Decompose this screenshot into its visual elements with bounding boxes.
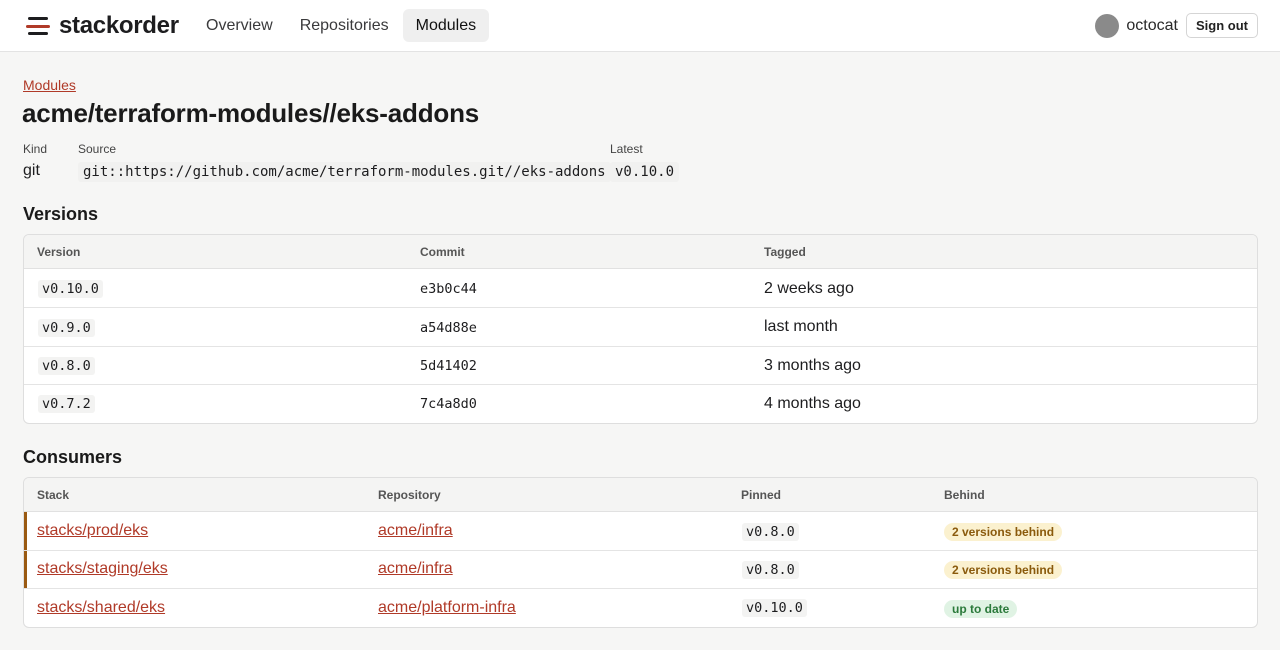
commit-sha: 5d41402 — [420, 358, 477, 374]
col-tagged: Tagged — [764, 245, 806, 259]
pinned-version: v0.8.0 — [742, 523, 799, 541]
col-stack: Stack — [37, 488, 70, 502]
pinned-version: v0.10.0 — [742, 599, 807, 617]
top-header: stackorder Overview Repositories Modules… — [0, 0, 1280, 52]
col-pinned: Pinned — [741, 488, 782, 502]
nav-modules[interactable]: Modules — [402, 9, 490, 42]
status-badge: 2 versions behind — [944, 523, 1063, 541]
outdated-indicator — [24, 512, 27, 550]
latest-label: Latest — [610, 142, 643, 156]
consumers-title: Consumers — [23, 447, 123, 467]
version-tag: v0.9.0 — [38, 319, 95, 337]
commit-sha: e3b0c44 — [420, 281, 477, 297]
table-row: stacks/shared/eks acme/platform-infra v0… — [24, 589, 1257, 627]
user-menu: octocat Sign out — [1095, 13, 1258, 38]
breadcrumb[interactable]: Modules — [23, 77, 76, 93]
meta-latest: Latest v0.10.0 — [610, 142, 680, 182]
main-nav: Overview Repositories Modules — [193, 9, 490, 42]
repository-link[interactable]: acme/infra — [378, 560, 453, 578]
tagged-time: last month — [764, 318, 838, 335]
col-commit: Commit — [420, 245, 465, 259]
versions-table: Version Commit Tagged v0.10.0 e3b0c44 2 … — [23, 234, 1258, 424]
username: octocat — [1126, 16, 1178, 34]
table-row: v0.8.0 5d41402 3 months ago — [24, 347, 1257, 385]
versions-title: Versions — [23, 204, 99, 224]
stack-link[interactable]: stacks/shared/eks — [37, 599, 165, 617]
kind-label: Kind — [23, 142, 48, 156]
page-title: acme/terraform-modules//eks-addons — [22, 98, 480, 128]
nav-repositories[interactable]: Repositories — [287, 9, 402, 42]
version-tag: v0.10.0 — [38, 280, 103, 298]
tagged-time: 4 months ago — [764, 395, 861, 412]
tagged-time: 3 months ago — [764, 357, 861, 374]
source-label: Source — [78, 142, 117, 156]
table-row: v0.10.0 e3b0c44 2 weeks ago — [24, 269, 1257, 308]
tagged-time: 2 weeks ago — [764, 280, 854, 297]
table-row: v0.9.0 a54d88e last month — [24, 308, 1257, 347]
outdated-indicator — [24, 551, 27, 588]
avatar[interactable] — [1095, 13, 1120, 38]
versions-table-header: Version Commit Tagged — [24, 235, 1257, 269]
col-repository: Repository — [378, 488, 441, 502]
consumers-table-header: Stack Repository Pinned Behind — [24, 478, 1257, 512]
table-row: stacks/prod/eks acme/infra v0.8.0 2 vers… — [24, 512, 1257, 551]
commit-sha: a54d88e — [420, 320, 477, 336]
commit-sha: 7c4a8d0 — [420, 396, 477, 412]
table-row: stacks/staging/eks acme/infra v0.8.0 2 v… — [24, 551, 1257, 589]
consumers-table: Stack Repository Pinned Behind stacks/pr… — [23, 477, 1258, 628]
status-badge: up to date — [944, 600, 1018, 618]
app-name: stackorder — [59, 12, 179, 39]
pinned-version: v0.8.0 — [742, 561, 799, 579]
table-row: v0.7.2 7c4a8d0 4 months ago — [24, 385, 1257, 423]
latest-value: v0.10.0 — [610, 162, 680, 182]
source-value: git::https://github.com/acme/terraform-m… — [78, 162, 611, 182]
version-tag: v0.7.2 — [38, 395, 95, 413]
repository-link[interactable]: acme/platform-infra — [378, 599, 516, 617]
app-logo[interactable]: stackorder — [26, 12, 179, 39]
stack-link[interactable]: stacks/prod/eks — [37, 522, 148, 540]
meta-source: Source git::https://github.com/acme/terr… — [78, 142, 611, 182]
version-tag: v0.8.0 — [38, 357, 95, 375]
stack-link[interactable]: stacks/staging/eks — [37, 560, 168, 578]
col-version: Version — [37, 245, 81, 259]
stack-logo-icon — [26, 15, 51, 37]
sign-out-button[interactable]: Sign out — [1186, 13, 1258, 38]
nav-overview[interactable]: Overview — [193, 9, 286, 42]
status-badge: 2 versions behind — [944, 561, 1063, 579]
repository-link[interactable]: acme/infra — [378, 522, 453, 540]
col-behind: Behind — [944, 488, 985, 502]
meta-kind: Kind git — [23, 142, 47, 180]
kind-value: git — [23, 162, 40, 179]
